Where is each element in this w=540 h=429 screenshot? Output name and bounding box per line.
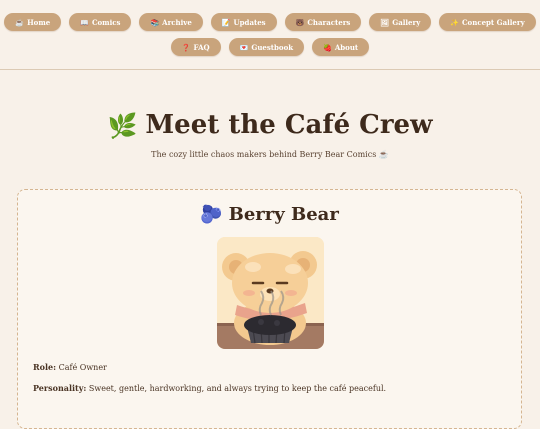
nav-home-label: Home: [27, 17, 51, 27]
nav-faq-button[interactable]: ❓ FAQ: [170, 38, 221, 56]
blueberry-icon: 🫐: [200, 204, 223, 225]
character-portrait: [217, 237, 324, 349]
nav-updates-button[interactable]: 📝 Updates: [210, 13, 277, 31]
role-label: Role:: [33, 362, 57, 372]
bear-icon: 🐻: [295, 17, 305, 27]
personality-value: Sweet, gentle, hardworking, and always t…: [88, 384, 387, 393]
character-card: 🫐 Berry Bear Role: Café Owner Personalit…: [17, 189, 522, 429]
memo-icon: 📝: [221, 17, 231, 27]
books-icon: 📚: [150, 17, 160, 27]
page-header: 🌿 Meet the Café Crew The cozy little cha…: [0, 110, 540, 159]
nav-about-label: About: [334, 42, 359, 52]
nav-guestbook-label: Guestbook: [251, 42, 294, 52]
nav-archive-label: Archive: [162, 17, 192, 27]
nav-row-secondary: ❓ FAQ 💌 Guestbook 🍓 About: [0, 38, 540, 56]
herb-icon: 🌿: [107, 110, 138, 140]
page-title: 🌿 Meet the Café Crew: [0, 110, 540, 140]
nav-guestbook-button[interactable]: 💌 Guestbook: [228, 38, 305, 56]
nav-comics-button[interactable]: 📖 Comics: [69, 13, 132, 31]
question-icon: ❓: [181, 42, 191, 52]
book-icon: 📖: [80, 17, 89, 27]
personality-label: Personality:: [33, 383, 87, 393]
nav-row-primary: ☕ Home 📖 Comics 📚 Archive 📝 Updates 🐻 Ch…: [0, 13, 540, 31]
top-navigation: ☕ Home 📖 Comics 📚 Archive 📝 Updates 🐻 Ch…: [0, 0, 540, 70]
love-letter-icon: 💌: [239, 42, 249, 52]
nav-archive-button[interactable]: 📚 Archive: [139, 13, 203, 31]
page-subtitle: The cozy little chaos makers behind Berr…: [151, 150, 389, 159]
page-title-text: Meet the Café Crew: [145, 110, 433, 140]
nav-faq-label: FAQ: [193, 42, 210, 52]
bear-illustration: [217, 237, 324, 349]
sparkles-icon: ✨: [450, 17, 459, 27]
nav-gallery-button[interactable]: 🖼 Gallery: [369, 13, 432, 31]
nav-concept-gallery-label: Concept Gallery: [461, 17, 525, 27]
nav-updates-label: Updates: [233, 17, 266, 27]
strawberry-icon: 🍓: [323, 42, 332, 52]
nav-gallery-label: Gallery: [392, 17, 421, 27]
character-role: Role: Café Owner: [33, 362, 107, 372]
nav-comics-label: Comics: [91, 17, 121, 27]
role-value: Café Owner: [58, 363, 107, 372]
nav-about-button[interactable]: 🍓 About: [312, 38, 370, 56]
character-name: Berry Bear: [228, 204, 339, 225]
coffee-icon: ☕: [15, 17, 25, 27]
character-personality: Personality: Sweet, gentle, hardworking,…: [33, 383, 386, 393]
picture-icon: 🖼: [380, 17, 390, 27]
character-name-heading: 🫐 Berry Bear: [18, 204, 521, 225]
nav-home-button[interactable]: ☕ Home: [4, 13, 62, 31]
nav-characters-label: Characters: [307, 17, 351, 27]
nav-concept-gallery-button[interactable]: ✨ Concept Gallery: [439, 13, 536, 31]
nav-characters-button[interactable]: 🐻 Characters: [284, 13, 362, 31]
